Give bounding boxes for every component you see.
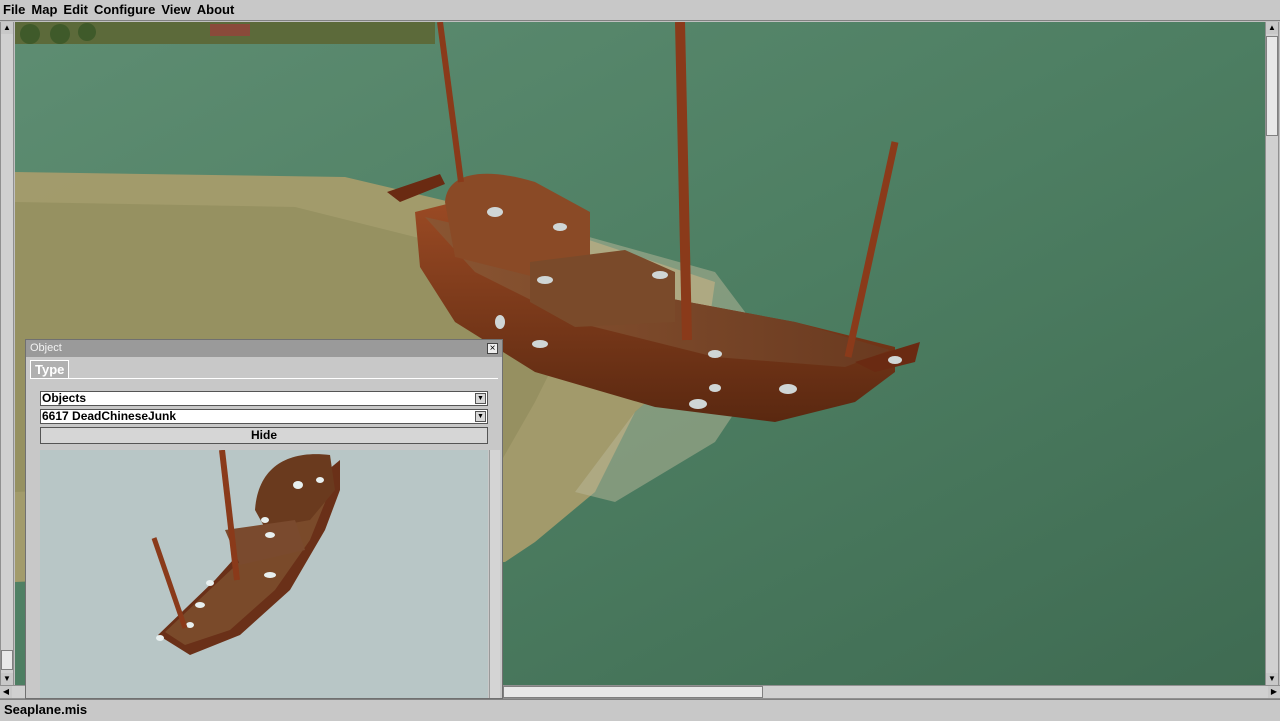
menu-about[interactable]: About xyxy=(194,0,238,20)
scroll-up-arrow-icon[interactable]: ▲ xyxy=(1,22,13,34)
hide-button[interactable]: Hide xyxy=(40,427,488,444)
object-select-value: 6617 DeadChineseJunk xyxy=(42,409,177,423)
left-scroll-thumb[interactable] xyxy=(1,650,13,670)
left-vertical-scrollbar[interactable]: ▲ ▼ xyxy=(0,22,14,685)
chevron-down-icon[interactable]: ▼ xyxy=(475,411,486,422)
category-select[interactable]: Objects ▼ xyxy=(40,391,488,406)
object-panel: Object × Type Objects ▼ 6617 DeadChinese… xyxy=(25,339,503,699)
horizontal-scroll-thumb[interactable] xyxy=(503,686,763,698)
object-preview xyxy=(40,450,488,698)
right-vertical-scrollbar[interactable]: ▲ ▼ xyxy=(1265,22,1279,685)
menu-file[interactable]: File xyxy=(0,0,28,20)
scroll-down-arrow-icon[interactable]: ▼ xyxy=(1266,673,1278,685)
menu-view[interactable]: View xyxy=(158,0,193,20)
right-scroll-thumb[interactable] xyxy=(1266,36,1278,136)
menu-bar: File Map Edit Configure View About xyxy=(0,0,1280,21)
close-icon[interactable]: × xyxy=(487,343,498,354)
scroll-up-arrow-icon[interactable]: ▲ xyxy=(1266,22,1278,34)
menu-configure[interactable]: Configure xyxy=(91,0,158,20)
object-panel-title: Object xyxy=(30,342,62,354)
preview-ship-render xyxy=(151,450,340,655)
object-select[interactable]: 6617 DeadChineseJunk ▼ xyxy=(40,409,488,424)
scroll-down-arrow-icon[interactable]: ▼ xyxy=(1,673,13,685)
tab-divider xyxy=(30,378,498,379)
menu-edit[interactable]: Edit xyxy=(60,0,91,20)
scroll-right-arrow-icon[interactable]: ▶ xyxy=(1268,686,1280,698)
object-panel-titlebar[interactable]: Object × xyxy=(26,340,502,357)
category-select-value: Objects xyxy=(42,391,87,405)
status-bar: Seaplane.mis xyxy=(0,699,1280,721)
tab-type[interactable]: Type xyxy=(30,360,70,379)
preview-scrollbar[interactable] xyxy=(489,450,500,698)
menu-map[interactable]: Map xyxy=(28,0,60,20)
chevron-down-icon[interactable]: ▼ xyxy=(475,393,486,404)
status-filename: Seaplane.mis xyxy=(4,702,88,717)
scroll-left-arrow-icon[interactable]: ◀ xyxy=(0,686,12,698)
